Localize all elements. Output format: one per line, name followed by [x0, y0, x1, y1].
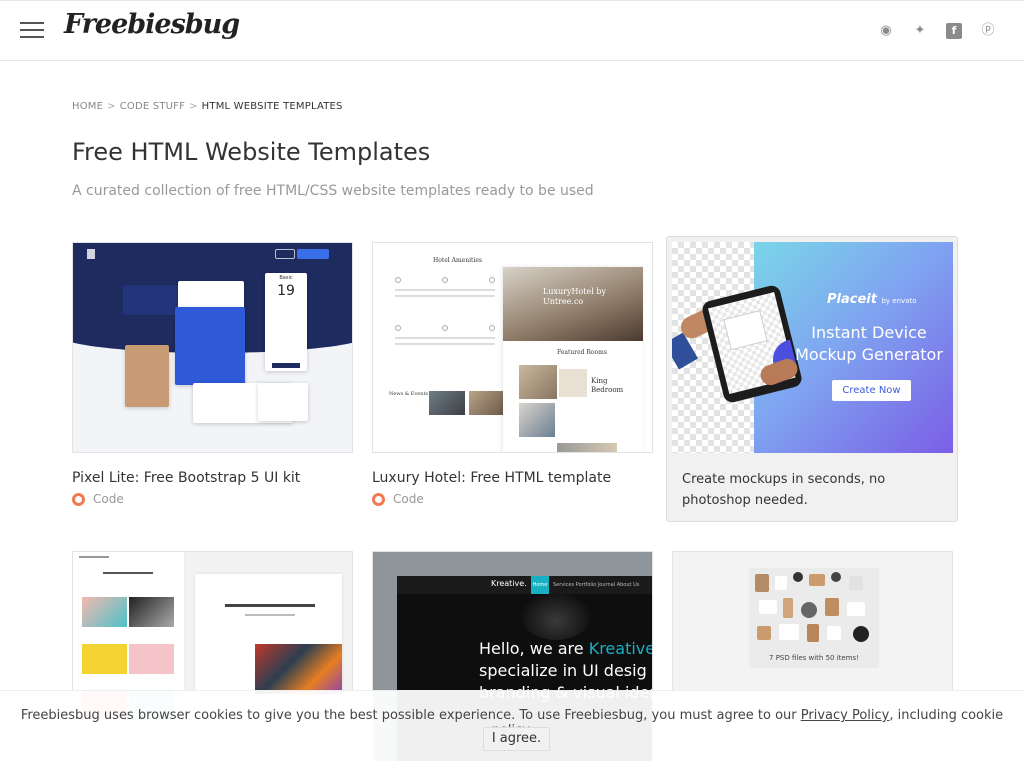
breadcrumb-separator: >	[107, 101, 116, 112]
cookie-agree-button[interactable]: I agree.	[483, 727, 550, 751]
card-category[interactable]: Code	[72, 492, 353, 506]
kreative-home-tab: Home	[531, 576, 549, 594]
card-thumbnail[interactable]: Hotel Amenities News & Events LuxuryHote…	[372, 242, 653, 453]
breadcrumb-current: HTML WEBSITE TEMPLATES	[201, 101, 343, 112]
kreative-nav: Services Portfolio Journal About Us	[553, 582, 640, 588]
create-now-button[interactable]: Create Now	[832, 380, 911, 401]
placeit-logo: Placeit by envato	[827, 292, 917, 307]
card-category[interactable]: Code	[372, 492, 653, 506]
ad-thumbnail[interactable]: Placeit by envato Instant Device Mockup …	[672, 242, 953, 453]
ad-headline: Instant Device Mockup Generator	[795, 323, 943, 364]
category-dot-icon	[72, 492, 85, 506]
privacy-policy-link[interactable]: Privacy Policy	[801, 708, 890, 723]
pinterest-icon[interactable]: ⓟ	[980, 23, 996, 39]
ad-description[interactable]: Create mockups in seconds, no photoshop …	[682, 469, 942, 511]
social-links: ◉ ✦ f ⓟ	[878, 23, 996, 39]
breadcrumb-home[interactable]: HOME	[72, 101, 103, 112]
template-card-pixel-lite[interactable]: Basic 19 Pixel Lite: Free Bootstrap 5 UI…	[72, 242, 353, 506]
cookie-banner: Freebiesbug uses browser cookies to give…	[0, 690, 1024, 768]
thumb-hero-text: LuxuryHotel by Untree.co	[543, 287, 606, 306]
breadcrumb: HOME > CODE STUFF > HTML WEBSITE TEMPLATES	[72, 101, 343, 112]
mockup-caption: 7 PSD files with 50 items!	[749, 654, 879, 662]
site-header: Freebiesbug ◉ ✦ f ⓟ	[0, 0, 1024, 61]
thumb-room: King Bedroom	[591, 377, 624, 394]
template-card-luxury-hotel[interactable]: Hotel Amenities News & Events LuxuryHote…	[372, 242, 653, 506]
page-subtitle: A curated collection of free HTML/CSS we…	[72, 183, 594, 199]
pricing-plan-label: Basic	[279, 275, 293, 281]
breadcrumb-code-stuff[interactable]: CODE STUFF	[120, 101, 185, 112]
rss-icon[interactable]: ◉	[878, 23, 894, 39]
thumb-featured: Featured Rooms	[557, 349, 607, 356]
thumb-news: News & Events	[389, 391, 429, 397]
twitter-icon[interactable]: ✦	[912, 23, 928, 39]
category-dot-icon	[372, 492, 385, 506]
card-title[interactable]: Pixel Lite: Free Bootstrap 5 UI kit	[72, 470, 353, 486]
site-logo[interactable]: Freebiesbug	[64, 9, 240, 40]
card-thumbnail[interactable]: Basic 19	[72, 242, 353, 453]
thumb-heading: Hotel Amenities	[433, 257, 482, 264]
facebook-icon[interactable]: f	[946, 23, 962, 39]
card-category-label: Code	[393, 492, 424, 506]
sponsored-card-placeit[interactable]: Placeit by envato Instant Device Mockup …	[666, 236, 958, 522]
card-category-label: Code	[93, 492, 124, 506]
kreative-brand: Kreative.	[491, 579, 527, 588]
page-title: Free HTML Website Templates	[72, 138, 431, 166]
card-title[interactable]: Luxury Hotel: Free HTML template	[372, 470, 653, 486]
hamburger-menu-icon[interactable]	[20, 22, 44, 40]
breadcrumb-separator: >	[189, 101, 198, 112]
pricing-amount: 19	[277, 283, 295, 299]
